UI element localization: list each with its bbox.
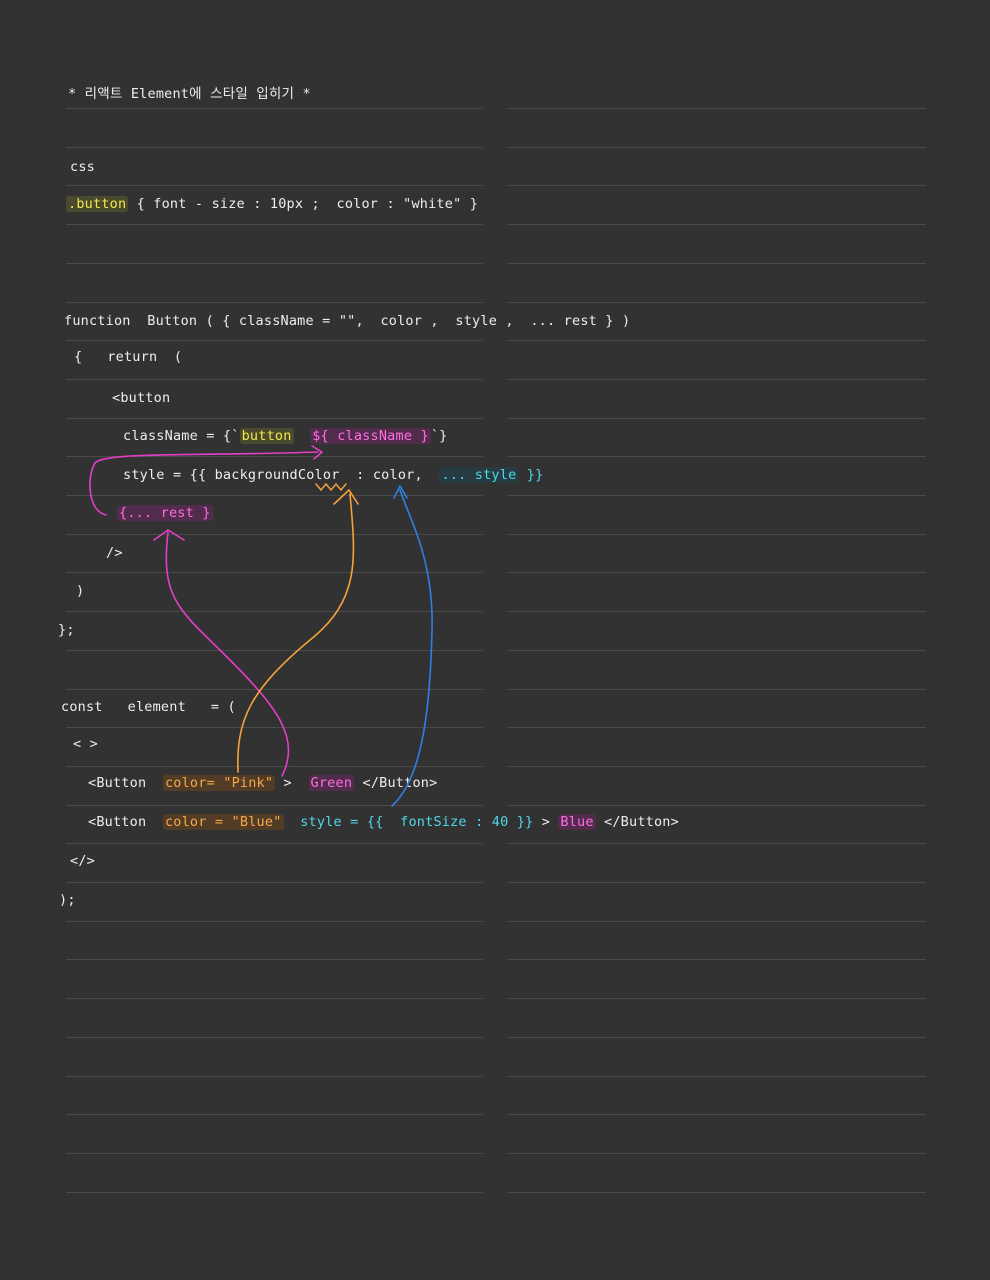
classname-prefix: className = {` <box>123 428 240 444</box>
fragment-open: < > <box>73 736 98 752</box>
element-end: ); <box>59 892 76 908</box>
element-declaration: const element = ( <box>61 699 236 715</box>
css-heading: css <box>70 159 95 175</box>
button-blue-line: <Button color = "Blue" style = {{ fontSi… <box>88 812 679 832</box>
ruled-lines <box>66 108 926 1193</box>
style-spread: ... style <box>439 467 519 483</box>
button2-close: </Button> <box>595 814 679 830</box>
fragment-close: </> <box>70 853 95 869</box>
notebook-page: * 리액트 Element에 스타일 입히기 * css .button { f… <box>0 0 990 1280</box>
button-pink-line: <Button color= "Pink" > Green </Button> <box>88 773 437 793</box>
style-suffix: }} <box>518 467 544 483</box>
return-open: { return ( <box>74 349 183 365</box>
button2-color-attr: color = "Blue" <box>162 814 284 830</box>
note-title: * 리액트 Element에 스타일 입히기 * <box>68 86 311 102</box>
button2-open: <Button <box>88 814 163 830</box>
button2-text: Blue <box>558 814 596 830</box>
button-tag-close: /> <box>106 545 123 561</box>
close-brace: }; <box>58 622 75 638</box>
button2-style-attr: style = {{ fontSize : 40 }} <box>300 814 534 830</box>
classname-button-literal: button <box>239 428 294 444</box>
button1-open: <Button <box>88 775 163 791</box>
button2-gt: > <box>533 814 559 830</box>
button1-color-attr: color= "Pink" <box>162 775 276 791</box>
css-selector: .button <box>66 196 129 212</box>
close-paren: ) <box>76 583 85 599</box>
css-rule-body: { font - size : 10px ; color : "white" } <box>128 196 479 212</box>
function-signature: function Button ( { className = "", colo… <box>64 313 631 329</box>
button2-spacer <box>284 814 301 830</box>
style-prefix: style = {{ backgroundColor : <box>123 467 373 483</box>
button-tag-open: <button <box>112 390 171 406</box>
css-rule-line: .button { font - size : 10px ; color : "… <box>66 194 478 214</box>
classname-space <box>294 428 311 444</box>
style-comma: , <box>414 467 440 483</box>
classname-variable: ${ className } <box>310 428 431 444</box>
button1-close: </Button> <box>354 775 438 791</box>
classname-line: className = {` button ${ className } `} <box>123 426 447 446</box>
rest-spread: {... rest } <box>117 505 213 521</box>
rest-line: {... rest } <box>117 503 213 523</box>
button1-text: Green <box>308 775 355 791</box>
style-color-ref: color <box>372 467 415 483</box>
button1-gt: > <box>275 775 309 791</box>
style-line: style = {{ backgroundColor : color, ... … <box>123 465 543 485</box>
classname-suffix: `} <box>430 428 448 444</box>
